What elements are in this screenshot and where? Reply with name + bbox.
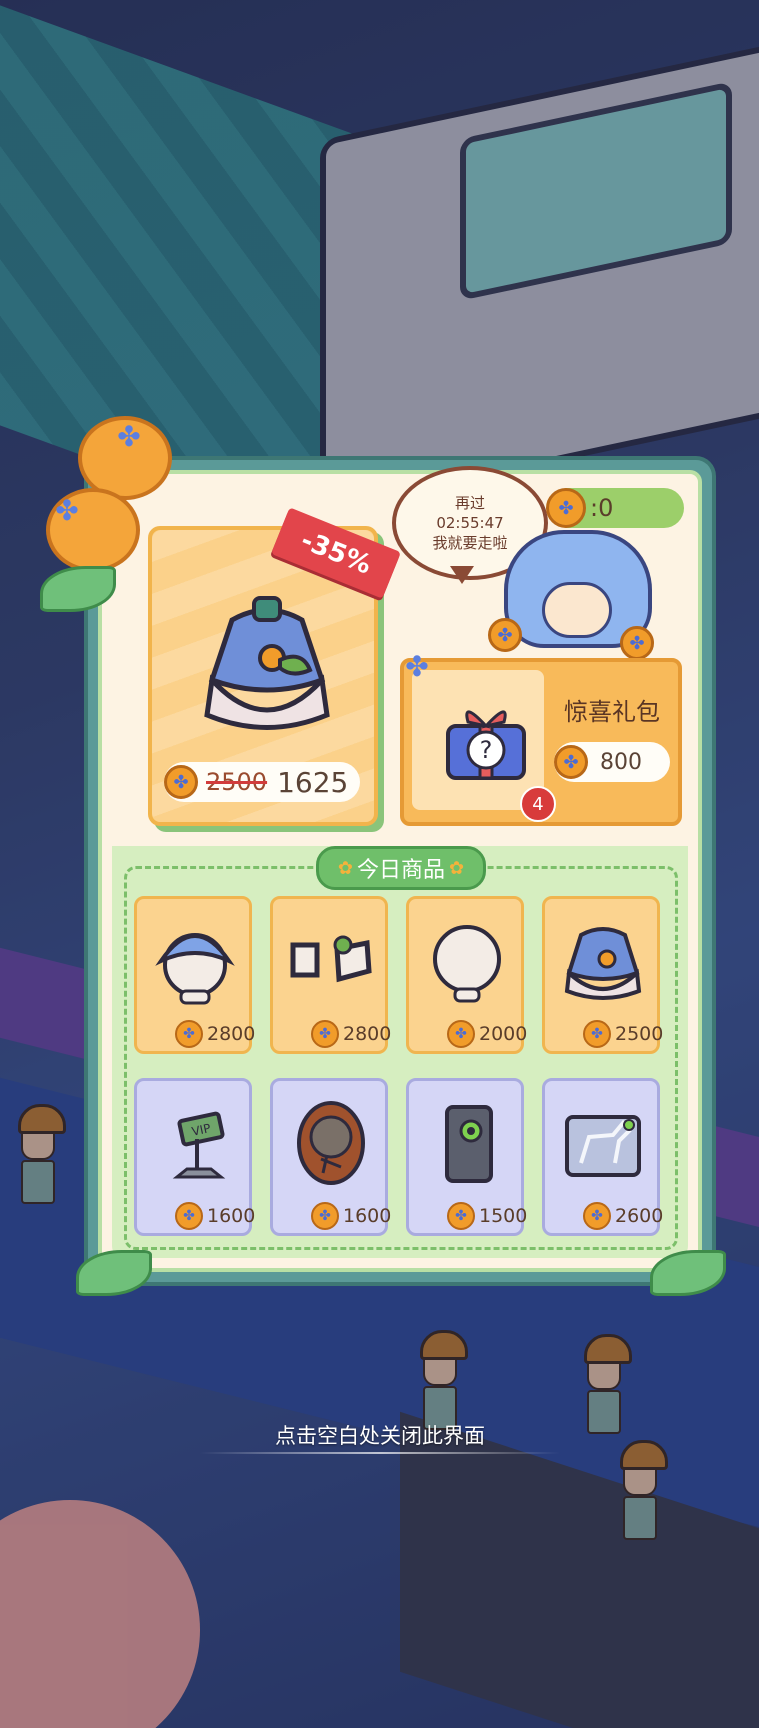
shoes-icon xyxy=(290,935,372,983)
shop-item-4[interactable]: VIP ✤ 1600 xyxy=(134,1078,256,1236)
item-price: 2600 xyxy=(615,1205,664,1227)
item-price: 2800 xyxy=(207,1023,256,1045)
blue-flower-coin-icon: ✤ xyxy=(164,765,198,799)
item-price: 1600 xyxy=(343,1205,392,1227)
blue-flower-icon: ✤ xyxy=(405,650,429,683)
hood-outfit-icon xyxy=(204,596,330,730)
fossil-plaque-icon xyxy=(297,1101,365,1185)
blue-flower-coin-icon: ✤ xyxy=(175,1202,203,1230)
shopkeeper-mascot: ✤ ✤ xyxy=(488,530,654,670)
mystery-gift-icon: ? xyxy=(446,710,526,780)
blue-flower-coin-icon: ✤ xyxy=(583,1202,611,1230)
currency-count: :0 xyxy=(590,494,614,522)
section-title-text: 今日商品 xyxy=(356,858,445,883)
blue-flower-coin-icon: ✤ xyxy=(620,626,654,660)
blue-hood-icon xyxy=(155,933,235,1005)
blue-flower-coin-icon: ✤ xyxy=(447,1202,475,1230)
shop-item-1[interactable]: ✤ 2800 xyxy=(270,896,392,1054)
surprise-pack-price: 800 xyxy=(600,749,642,775)
surprise-pack-card[interactable]: ? 4 惊喜礼包 ✤ 800 xyxy=(400,658,682,826)
vip-sign-icon: VIP xyxy=(172,1111,226,1179)
cloak-outfit-icon xyxy=(564,927,642,1000)
blue-flower-coin-icon: ✤ xyxy=(583,1020,611,1048)
gadget-card-icon xyxy=(445,1105,493,1183)
shop-item-3[interactable]: ✤ 2500 xyxy=(542,896,664,1054)
todays-items-title: ✿ 今日商品 ✿ xyxy=(316,846,486,890)
surprise-pack-title: 惊喜礼包 xyxy=(564,698,660,726)
close-hint-underline xyxy=(200,1452,560,1454)
featured-new-price: 1625 xyxy=(277,765,349,799)
blue-flower-icon: ✤ xyxy=(55,494,79,527)
blue-flower-coin-icon: ✤ xyxy=(447,1020,475,1048)
close-hint: 点击空白处关闭此界面 xyxy=(275,1424,485,1448)
speech-bubble-tail xyxy=(450,566,474,584)
shop-item-7[interactable]: ✤ 2600 xyxy=(542,1078,664,1236)
shop-item-6[interactable]: ✤ 1500 xyxy=(406,1078,528,1236)
shop-item-0[interactable]: ✤ 2800 xyxy=(134,896,256,1054)
item-price: 2500 xyxy=(615,1023,664,1045)
mascot-face xyxy=(542,582,612,638)
svg-text:?: ? xyxy=(480,736,493,764)
currency-counter: ✤ :0 xyxy=(546,488,684,528)
shop-item-2[interactable]: ✤ 2000 xyxy=(406,896,528,1054)
pack-count-badge: 4 xyxy=(520,786,556,822)
item-price: 2000 xyxy=(479,1023,528,1045)
blue-flower-coin-icon: ✤ xyxy=(175,1020,203,1048)
featured-old-price: 2500 xyxy=(206,768,268,796)
surprise-pack-image-area: ? 4 xyxy=(412,670,556,822)
blue-flower-coin-icon: ✤ xyxy=(311,1202,339,1230)
blue-flower-coin-icon: ✤ xyxy=(554,745,588,779)
blue-flower-icon: ✤ xyxy=(117,420,141,453)
bald-head-icon xyxy=(433,925,501,1003)
timer-prefix: 再过 xyxy=(454,494,485,512)
featured-price-pill: ✤ 2500 1625 xyxy=(164,762,360,802)
blue-flower-coin-icon: ✤ xyxy=(311,1020,339,1048)
item-price: 2800 xyxy=(343,1023,392,1045)
item-price: 1600 xyxy=(207,1205,256,1227)
item-price: 1500 xyxy=(479,1205,528,1227)
blue-flower-coin-icon: ✤ xyxy=(546,488,586,528)
surprise-pack-price-pill: ✤ 800 xyxy=(554,742,670,782)
blue-flower-coin-icon: ✤ xyxy=(488,618,522,652)
shop-item-5[interactable]: ✤ 1600 xyxy=(270,1078,392,1236)
dinosaur-display-case-icon xyxy=(565,1115,641,1177)
